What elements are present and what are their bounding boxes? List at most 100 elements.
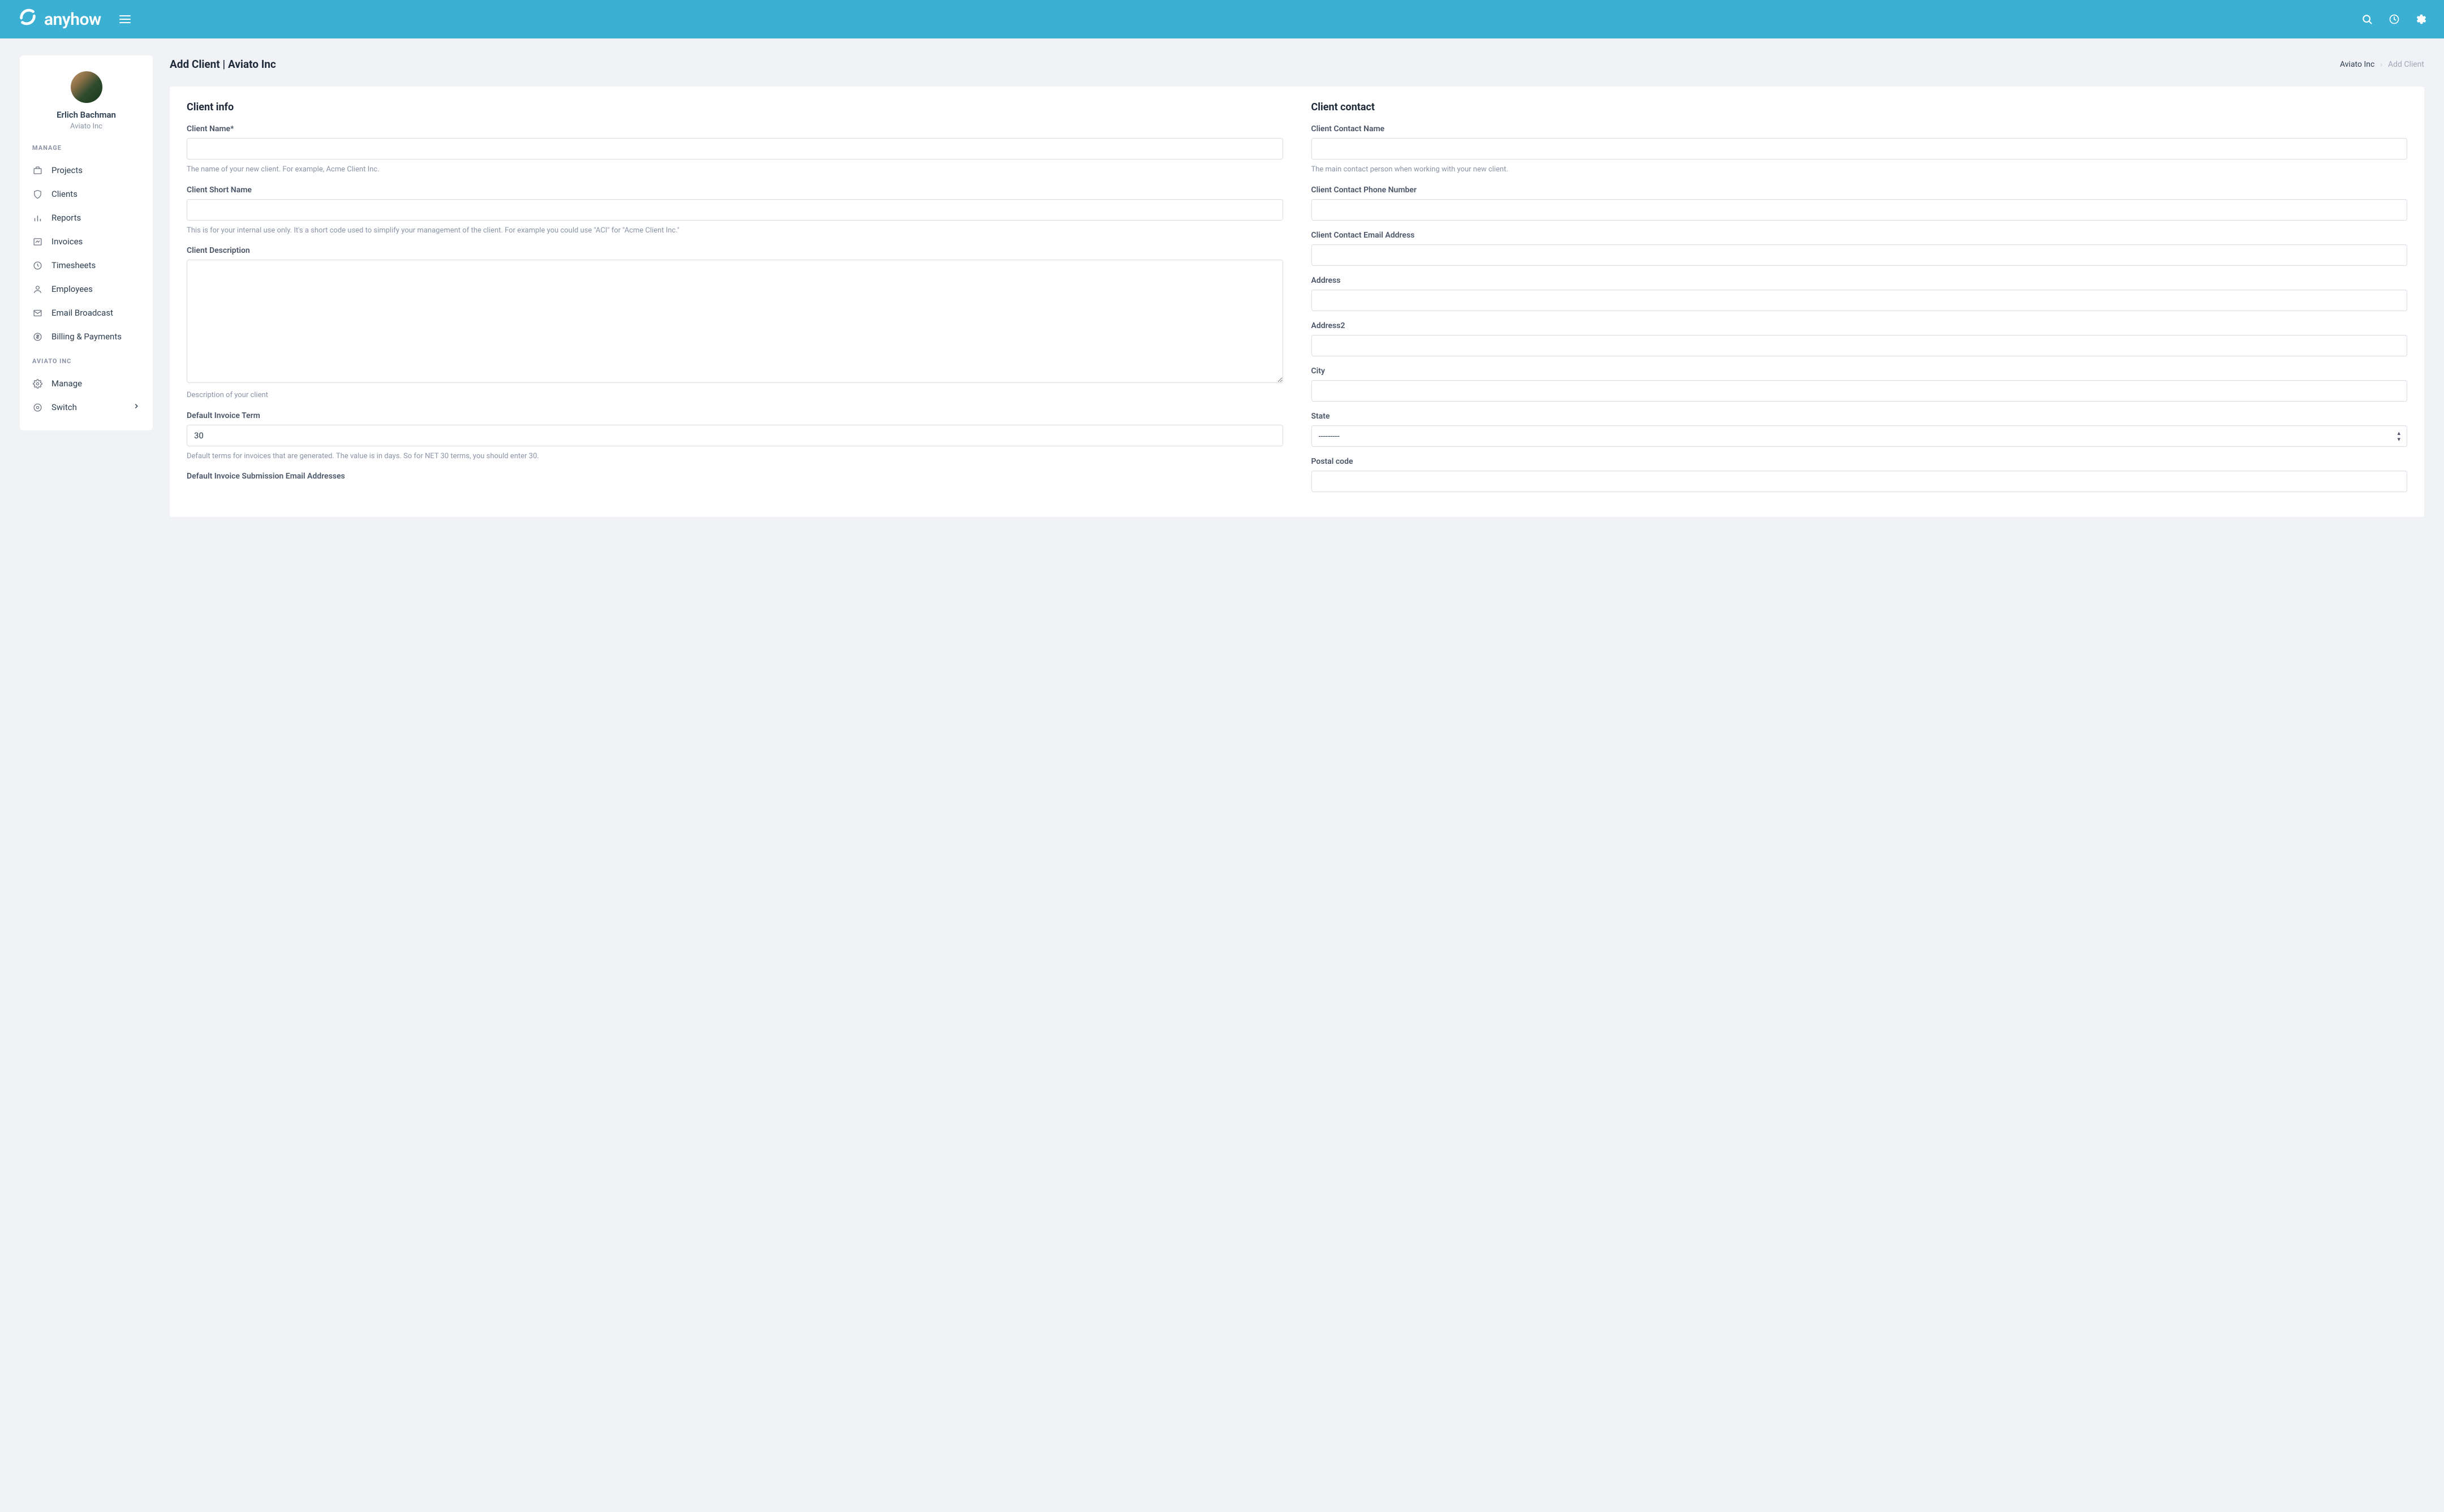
label-default-invoice-emails: Default Invoice Submission Email Address… [187, 472, 1283, 481]
sidebar-item-label: Manage [51, 378, 82, 389]
chevron-right-icon: › [2380, 61, 2382, 68]
breadcrumb: Aviato Inc › Add Client [2340, 60, 2424, 69]
sidebar-item-clients[interactable]: Clients [32, 182, 140, 206]
logo-icon [17, 6, 38, 32]
field-client-short-name: Client Short Name This is for your inter… [187, 186, 1283, 236]
page-header: Add Client | Aviato Inc Aviato Inc › Add… [170, 55, 2424, 73]
help-contact-name: The main contact person when working wit… [1311, 164, 2408, 175]
field-default-invoice-term: Default Invoice Term Default terms for i… [187, 411, 1283, 462]
label-default-invoice-term: Default Invoice Term [187, 411, 1283, 420]
sidebar-item-timesheets[interactable]: Timesheets [32, 253, 140, 277]
sidebar-item-label: Invoices [51, 236, 83, 247]
search-button[interactable] [2361, 14, 2373, 25]
sidebar-item-label: Billing & Payments [51, 331, 122, 342]
menu-toggle-button[interactable] [118, 12, 132, 26]
gear-icon [32, 378, 42, 389]
page-title: Add Client | Aviato Inc [170, 58, 276, 71]
sidebar-item-label: Switch [51, 402, 77, 412]
content: Add Client | Aviato Inc Aviato Inc › Add… [170, 55, 2424, 517]
sidebar-item-label: Clients [51, 189, 78, 199]
sidebar-item-switch[interactable]: Switch [32, 395, 140, 419]
sidebar-item-label: Email Broadcast [51, 308, 113, 318]
field-address2: Address2 [1311, 321, 2408, 356]
sidebar-item-label: Timesheets [51, 260, 96, 270]
sidebar-item-invoices[interactable]: Invoices [32, 230, 140, 253]
breadcrumb-current: Add Client [2388, 60, 2424, 69]
app-header: anyhow [0, 0, 2444, 38]
sidebar-item-label: Projects [51, 165, 83, 175]
label-contact-email: Client Contact Email Address [1311, 231, 2408, 240]
section-title-client-contact: Client contact [1311, 101, 2408, 113]
brand-name: anyhow [44, 10, 101, 29]
app-logo[interactable]: anyhow [17, 6, 101, 32]
field-default-invoice-emails: Default Invoice Submission Email Address… [187, 472, 1283, 481]
field-client-name: Client Name* The name of your new client… [187, 124, 1283, 175]
chevron-right-icon [132, 402, 140, 412]
breadcrumb-parent[interactable]: Aviato Inc [2340, 60, 2374, 69]
help-client-description: Description of your client [187, 390, 1283, 401]
sidebar: Erlich Bachman Aviato Inc MANAGE Project… [20, 55, 153, 430]
user-org: Aviato Inc [20, 122, 153, 131]
field-contact-phone: Client Contact Phone Number [1311, 186, 2408, 221]
field-contact-name: Client Contact Name The main contact per… [1311, 124, 2408, 175]
label-city: City [1311, 367, 2408, 376]
main-container: Erlich Bachman Aviato Inc MANAGE Project… [0, 38, 2444, 534]
input-contact-name[interactable] [1311, 138, 2408, 160]
field-address: Address [1311, 276, 2408, 311]
user-icon [32, 284, 42, 294]
nav-heading-manage: MANAGE [32, 144, 140, 152]
clock-icon [32, 260, 42, 270]
input-client-short-name[interactable] [187, 199, 1283, 221]
help-client-short-name: This is for your internal use only. It's… [187, 225, 1283, 236]
user-name: Erlich Bachman [20, 110, 153, 120]
input-address2[interactable] [1311, 335, 2408, 356]
input-client-description[interactable] [187, 260, 1283, 383]
sidebar-item-email-broadcast[interactable]: Email Broadcast [32, 301, 140, 325]
label-client-description: Client Description [187, 246, 1283, 255]
sidebar-item-billing[interactable]: Billing & Payments [32, 325, 140, 348]
field-client-description: Client Description Description of your c… [187, 246, 1283, 401]
avatar[interactable] [71, 71, 102, 103]
header-right [2361, 14, 2427, 25]
sidebar-item-label: Reports [51, 213, 81, 223]
form-col-client-info: Client info Client Name* The name of you… [187, 101, 1283, 502]
history-button[interactable] [2389, 14, 2400, 25]
mail-icon [32, 308, 42, 318]
form-card: Client info Client Name* The name of you… [170, 87, 2424, 517]
label-address: Address [1311, 276, 2408, 285]
field-state: State --------- ▴▾ [1311, 412, 2408, 447]
form-col-client-contact: Client contact Client Contact Name The m… [1311, 101, 2408, 502]
form-columns: Client info Client Name* The name of you… [187, 101, 2407, 502]
input-contact-email[interactable] [1311, 244, 2408, 266]
section-title-client-info: Client info [187, 101, 1283, 113]
chart-icon [32, 213, 42, 223]
briefcase-icon [32, 165, 42, 175]
sidebar-item-manage[interactable]: Manage [32, 372, 140, 395]
sidebar-item-reports[interactable]: Reports [32, 206, 140, 230]
sidebar-item-projects[interactable]: Projects [32, 158, 140, 182]
input-city[interactable] [1311, 380, 2408, 402]
select-state[interactable]: --------- [1311, 425, 2408, 447]
input-client-name[interactable] [187, 138, 1283, 160]
label-contact-phone: Client Contact Phone Number [1311, 186, 2408, 195]
input-postal-code[interactable] [1311, 471, 2408, 492]
target-icon [32, 402, 42, 412]
label-state: State [1311, 412, 2408, 421]
settings-button[interactable] [2416, 14, 2427, 25]
nav-heading-org: AVIATO INC [32, 357, 140, 365]
input-contact-phone[interactable] [1311, 199, 2408, 221]
dollar-icon [32, 331, 42, 342]
input-default-invoice-term[interactable] [187, 425, 1283, 446]
shield-icon [32, 189, 42, 199]
help-client-name: The name of your new client. For example… [187, 164, 1283, 175]
label-postal-code: Postal code [1311, 457, 2408, 466]
header-left: anyhow [17, 6, 132, 32]
field-postal-code: Postal code [1311, 457, 2408, 492]
sidebar-item-employees[interactable]: Employees [32, 277, 140, 301]
sidebar-item-label: Employees [51, 284, 93, 294]
field-contact-email: Client Contact Email Address [1311, 231, 2408, 266]
nav-section-manage: MANAGE Projects Clients Reports [20, 144, 153, 419]
input-address[interactable] [1311, 290, 2408, 311]
field-city: City [1311, 367, 2408, 402]
label-contact-name: Client Contact Name [1311, 124, 2408, 133]
